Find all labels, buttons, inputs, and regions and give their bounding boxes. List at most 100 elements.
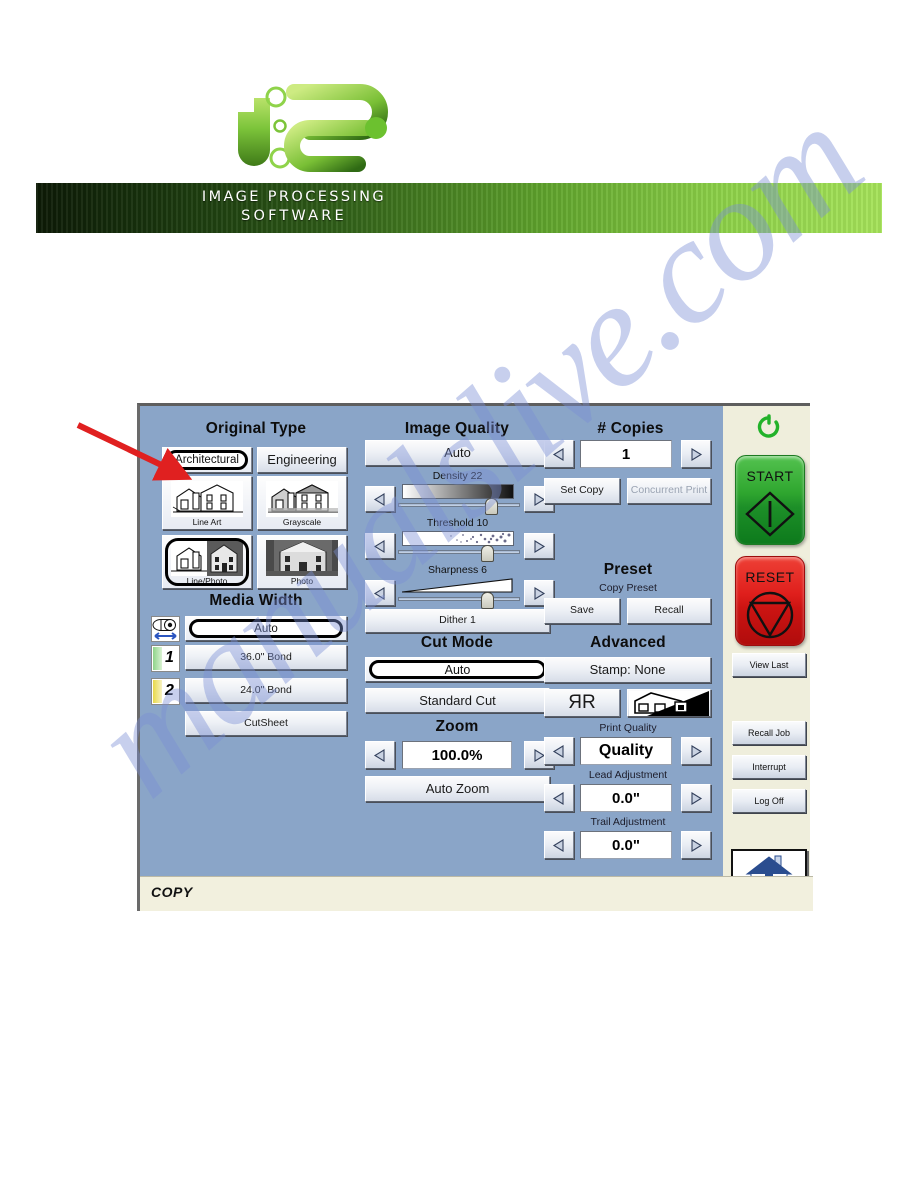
preset-save-button[interactable]: Save bbox=[544, 598, 620, 624]
roll-1-number: 1 bbox=[165, 649, 174, 666]
copies-decrease-button[interactable] bbox=[544, 440, 574, 468]
brand-banner: IMAGE PROCESSING SOFTWARE bbox=[36, 183, 882, 233]
trail-adjustment-decrease-button[interactable] bbox=[544, 831, 574, 859]
trail-adjustment-increase-button[interactable] bbox=[681, 831, 711, 859]
roll-2-badge: 2 bbox=[151, 678, 180, 705]
image-quality-title: Image Quality bbox=[404, 420, 510, 437]
recall-job-label: Recall Job bbox=[747, 728, 791, 738]
banner-text: IMAGE PROCESSING SOFTWARE bbox=[36, 188, 882, 226]
media-width-cutsheet-label: CutSheet bbox=[244, 716, 288, 729]
original-type-engineering-label: Engineering bbox=[267, 452, 337, 468]
original-type-line-photo-selected-outline bbox=[165, 538, 249, 586]
concurrent-print-label: Concurrent Print bbox=[630, 484, 708, 497]
original-type-photo-label: Photo bbox=[290, 576, 314, 586]
media-width-auto[interactable]: Auto bbox=[185, 616, 347, 641]
dither-button[interactable]: Dither 1 bbox=[365, 609, 550, 633]
zoom-value-field[interactable]: 100.0% bbox=[402, 741, 512, 769]
log-off-button[interactable]: Log Off bbox=[732, 789, 806, 813]
media-width-roll2[interactable]: 24.0" Bond bbox=[185, 678, 347, 703]
sharpness-slider-track[interactable] bbox=[398, 597, 520, 601]
media-width-roll1[interactable]: 36.0" Bond bbox=[185, 645, 347, 670]
preset-subtitle: Copy Preset bbox=[599, 582, 657, 594]
threshold-slider-label: Threshold 10 bbox=[426, 517, 489, 529]
copies-increase-button[interactable] bbox=[681, 440, 711, 468]
banner-line-1: IMAGE PROCESSING bbox=[201, 189, 387, 205]
print-quality-decrease-button[interactable] bbox=[544, 737, 574, 765]
print-quality-value[interactable]: Quality bbox=[580, 737, 672, 765]
preset-save-label: Save bbox=[570, 604, 594, 617]
print-quality-label: Print Quality bbox=[599, 722, 657, 734]
copies-value-field[interactable]: 1 bbox=[580, 440, 672, 468]
cut-mode-auto[interactable]: Auto bbox=[365, 657, 550, 682]
sharpness-slider-knob[interactable] bbox=[481, 592, 494, 609]
copy-settings-panel: Original Type Architectural Engineering bbox=[140, 406, 723, 880]
original-type-grayscale[interactable]: Grayscale bbox=[257, 476, 347, 530]
house-photo-icon bbox=[266, 540, 338, 576]
threshold-increase-button[interactable] bbox=[524, 533, 554, 559]
view-last-label: View Last bbox=[749, 660, 789, 670]
interrupt-button[interactable]: Interrupt bbox=[732, 755, 806, 779]
sharpness-decrease-button[interactable] bbox=[365, 580, 395, 606]
threshold-decrease-button[interactable] bbox=[365, 533, 395, 559]
print-quality-increase-button[interactable] bbox=[681, 737, 711, 765]
lead-adjustment-value[interactable]: 0.0" bbox=[580, 784, 672, 812]
trail-adjustment-label: Trail Adjustment bbox=[590, 816, 666, 828]
reset-button[interactable]: RESET bbox=[735, 556, 805, 646]
start-button-label: START bbox=[746, 468, 794, 484]
preset-title: Preset bbox=[603, 561, 653, 578]
paper-roll-width-icon bbox=[151, 616, 180, 642]
media-width-roll1-label: 36.0" Bond bbox=[240, 650, 292, 663]
zoom-decrease-button[interactable] bbox=[365, 741, 395, 769]
reset-triangle-icon bbox=[746, 591, 794, 639]
set-copy-button[interactable]: Set Copy bbox=[544, 478, 620, 504]
original-type-photo[interactable]: Photo bbox=[257, 535, 347, 589]
original-type-line-photo[interactable]: Line/Photo bbox=[162, 535, 252, 589]
threshold-slider-knob[interactable] bbox=[481, 545, 494, 562]
auto-zoom-button[interactable]: Auto Zoom bbox=[365, 776, 550, 802]
image-quality-auto[interactable]: Auto bbox=[365, 440, 550, 466]
cut-mode-title: Cut Mode bbox=[420, 634, 494, 651]
cut-mode-auto-label: Auto bbox=[369, 660, 546, 679]
cut-mode-standard-label: Standard Cut bbox=[419, 692, 496, 708]
roll-2-number: 2 bbox=[165, 682, 174, 699]
invert-house-icon[interactable] bbox=[627, 689, 711, 717]
log-off-label: Log Off bbox=[754, 796, 784, 806]
original-type-engineering[interactable]: Engineering bbox=[257, 447, 347, 473]
threshold-slider-gradient bbox=[402, 531, 514, 546]
density-slider-track[interactable] bbox=[398, 503, 520, 507]
banner-line-2: SOFTWARE bbox=[241, 208, 347, 224]
sharpness-slider-wedge bbox=[402, 578, 514, 594]
mirror-rr-label: ЯR bbox=[568, 692, 596, 714]
view-last-button[interactable]: View Last bbox=[732, 653, 806, 677]
cut-mode-standard[interactable]: Standard Cut bbox=[365, 688, 550, 713]
recall-job-button[interactable]: Recall Job bbox=[732, 721, 806, 745]
stamp-label: Stamp: None bbox=[589, 662, 666, 678]
start-diamond-icon bbox=[745, 491, 795, 537]
density-slider-knob[interactable] bbox=[485, 498, 498, 515]
sharpness-slider-label: Sharpness 6 bbox=[428, 564, 487, 576]
density-decrease-button[interactable] bbox=[365, 486, 395, 512]
threshold-slider-track[interactable] bbox=[398, 550, 520, 554]
stamp-button[interactable]: Stamp: None bbox=[544, 657, 711, 683]
lead-adjustment-decrease-button[interactable] bbox=[544, 784, 574, 812]
original-type-line-art-label: Line Art bbox=[192, 517, 222, 527]
status-bar: COPY bbox=[140, 876, 813, 911]
preset-recall-label: Recall bbox=[654, 604, 684, 617]
advanced-title: Advanced bbox=[590, 634, 666, 651]
media-width-cutsheet[interactable]: CutSheet bbox=[185, 711, 347, 736]
lead-adjustment-increase-button[interactable] bbox=[681, 784, 711, 812]
auto-zoom-label: Auto Zoom bbox=[425, 781, 490, 797]
image-quality-auto-label: Auto bbox=[444, 445, 471, 461]
lead-adjustment-label: Lead Adjustment bbox=[588, 769, 668, 781]
interrupt-label: Interrupt bbox=[752, 762, 786, 772]
trail-adjustment-value[interactable]: 0.0" bbox=[580, 831, 672, 859]
copies-title: # Copies bbox=[597, 420, 664, 437]
copy-screen: Original Type Architectural Engineering bbox=[137, 403, 813, 911]
machine-control-rail: START RESET View Last Recall Job Interru… bbox=[723, 406, 813, 891]
preset-recall-button[interactable]: Recall bbox=[627, 598, 711, 624]
roll-1-badge: 1 bbox=[151, 645, 180, 672]
start-button[interactable]: START bbox=[735, 455, 805, 545]
ips-logo bbox=[236, 84, 406, 184]
media-width-title: Media Width bbox=[209, 592, 303, 609]
mirror-rr-icon[interactable]: ЯR bbox=[544, 689, 620, 717]
